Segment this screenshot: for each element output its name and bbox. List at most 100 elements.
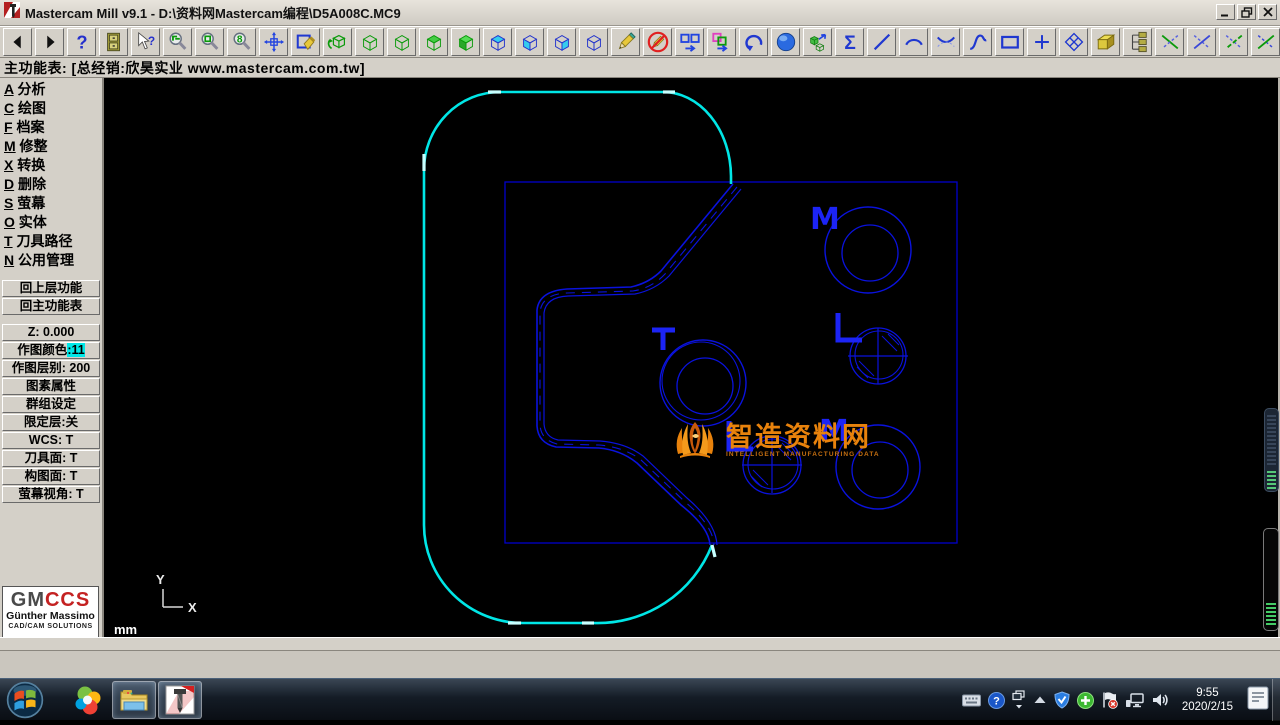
view-shade-front-button[interactable] bbox=[515, 28, 544, 56]
sidebar-item-n[interactable]: N 公用管理 bbox=[0, 251, 102, 270]
svg-text:?: ? bbox=[147, 34, 154, 48]
network-icon[interactable] bbox=[1125, 692, 1144, 708]
start-button[interactable] bbox=[5, 680, 45, 720]
surface-button[interactable] bbox=[1059, 28, 1088, 56]
group-set-button[interactable]: 群组设定 bbox=[2, 396, 100, 413]
volume-icon[interactable] bbox=[1151, 692, 1169, 708]
edge-scroll-outline-widget[interactable] bbox=[1263, 528, 1279, 631]
sidebar-main-items: A 分析 C 绘图 F 档案 M 修整 X 转换 D 删除 S 萤幕 O 实体 T 刀具路径 N … bbox=[0, 78, 102, 270]
line-button[interactable] bbox=[867, 28, 896, 56]
copy-entities-button[interactable] bbox=[675, 28, 704, 56]
keyboard-icon[interactable] bbox=[961, 694, 981, 707]
help-circle-icon[interactable]: ? bbox=[987, 691, 1005, 709]
view-wireframe-button[interactable] bbox=[579, 28, 608, 56]
pan-button[interactable] bbox=[259, 28, 288, 56]
back-button[interactable] bbox=[3, 28, 32, 56]
prompt-area bbox=[0, 637, 1280, 679]
whats-this-button[interactable]: ? bbox=[131, 28, 160, 56]
part-contour-outer bbox=[536, 183, 734, 546]
view-wire-3-button[interactable] bbox=[419, 28, 448, 56]
back-up-menu-button[interactable]: 回上层功能 bbox=[2, 280, 100, 297]
view-shade-top-button[interactable] bbox=[483, 28, 512, 56]
title-bar[interactable]: Mastercam Mill v9.1 - D:\资料网Mastercam编程\… bbox=[0, 0, 1280, 26]
explorer-app-button[interactable] bbox=[112, 681, 156, 719]
construction-plane-button[interactable]: 构图面: T bbox=[2, 468, 100, 485]
sidebar-item-o[interactable]: O 实体 bbox=[0, 213, 102, 232]
analyze-button[interactable]: Σ bbox=[835, 28, 864, 56]
sidebar-nav-buttons: 回上层功能 回主功能表 bbox=[0, 280, 102, 315]
gmccs-tagline: CAD/CAM SOLUTIONS bbox=[8, 623, 93, 630]
taskbar-clock[interactable]: 9:55 2020/2/15 bbox=[1176, 686, 1239, 714]
z-depth-button[interactable]: Z: 0.000 bbox=[2, 324, 100, 341]
sidebar-item-s[interactable]: S 萤幕 bbox=[0, 194, 102, 213]
trim-1-button[interactable] bbox=[1155, 28, 1184, 56]
operations-tree-button[interactable] bbox=[1123, 28, 1152, 56]
trim-2-button[interactable] bbox=[1187, 28, 1216, 56]
flag-icon[interactable] bbox=[1101, 691, 1118, 709]
dynamic-rotate-button[interactable] bbox=[323, 28, 352, 56]
view-shade-side-button[interactable] bbox=[547, 28, 576, 56]
graphics-view-button[interactable]: 萤幕视角: T bbox=[2, 486, 100, 503]
arrow-up-icon[interactable] bbox=[1033, 695, 1047, 705]
attributes-button[interactable]: 图素属性 bbox=[2, 378, 100, 395]
rectangle-button[interactable] bbox=[995, 28, 1024, 56]
trim-4-button[interactable] bbox=[1251, 28, 1280, 56]
sketch-button[interactable] bbox=[611, 28, 640, 56]
arc-button[interactable] bbox=[899, 28, 928, 56]
part-contour-inner bbox=[543, 188, 742, 546]
draw-color-button[interactable]: 作图颜色:11 bbox=[2, 342, 100, 359]
undo-button[interactable] bbox=[739, 28, 768, 56]
tool-plane-button[interactable]: 刀具面: T bbox=[2, 450, 100, 467]
boss-circle-inner bbox=[676, 357, 734, 415]
view-wire-2-button[interactable] bbox=[387, 28, 416, 56]
close-button[interactable] bbox=[1258, 4, 1277, 20]
sidebar-item-d[interactable]: D 删除 bbox=[0, 175, 102, 194]
no-sketch-button[interactable] bbox=[643, 28, 672, 56]
folder-icon bbox=[118, 685, 150, 715]
repaint-icon bbox=[295, 31, 317, 53]
sidebar-item-t[interactable]: T 刀具路径 bbox=[0, 232, 102, 251]
draw-level-button[interactable]: 作图层别: 200 bbox=[2, 360, 100, 377]
show-desktop-button[interactable] bbox=[1272, 679, 1280, 721]
sidebar-item-a[interactable]: A 分析 bbox=[0, 80, 102, 99]
sidebar-item-c[interactable]: C 绘图 bbox=[0, 99, 102, 118]
zoom-corner-icon bbox=[167, 31, 189, 53]
solid-box-button[interactable] bbox=[1091, 28, 1120, 56]
repaint-button[interactable] bbox=[291, 28, 320, 56]
sidebar-item-x[interactable]: X 转换 bbox=[0, 156, 102, 175]
file-cabinet-button[interactable] bbox=[99, 28, 128, 56]
zoom-window-button[interactable] bbox=[163, 28, 192, 56]
edge-scroll-widget[interactable] bbox=[1264, 408, 1279, 492]
green-plus-icon[interactable] bbox=[1076, 691, 1094, 709]
explode-button[interactable] bbox=[803, 28, 832, 56]
shading-button[interactable] bbox=[771, 28, 800, 56]
zoom-target-button[interactable] bbox=[195, 28, 224, 56]
minimize-button[interactable] bbox=[1216, 4, 1235, 20]
spline-button[interactable] bbox=[963, 28, 992, 56]
trim-3-button[interactable] bbox=[1219, 28, 1248, 56]
mastercam-app-button[interactable] bbox=[158, 681, 202, 719]
restore-button[interactable] bbox=[1237, 4, 1256, 20]
level-limit-button[interactable]: 限定层:关 bbox=[2, 414, 100, 431]
graphics-area[interactable]: M M Y Xmm 智造资料网 INTELLIGENT MANUFACTURING D… bbox=[104, 78, 1280, 637]
trim-curve-button[interactable] bbox=[931, 28, 960, 56]
browser-app-button[interactable] bbox=[66, 681, 110, 719]
notes-icon[interactable] bbox=[1246, 685, 1270, 716]
mastercam-icon bbox=[165, 685, 195, 715]
help-button[interactable]: ? bbox=[67, 28, 96, 56]
zoom-08-button[interactable]: 8 bbox=[227, 28, 256, 56]
xform-entities-button[interactable] bbox=[707, 28, 736, 56]
point-button[interactable] bbox=[1027, 28, 1056, 56]
pencil-prohibit-icon bbox=[647, 31, 669, 53]
view-wire-4-button[interactable] bbox=[451, 28, 480, 56]
sidebar-item-m[interactable]: M 修整 bbox=[0, 137, 102, 156]
svg-text:?: ? bbox=[993, 695, 1000, 707]
popup-window-icon[interactable] bbox=[1012, 690, 1026, 710]
view-wire-1-button[interactable] bbox=[355, 28, 384, 56]
sidebar-item-f[interactable]: F 档案 bbox=[0, 118, 102, 137]
shield-icon[interactable] bbox=[1054, 691, 1070, 709]
main-menu-button[interactable]: 回主功能表 bbox=[2, 298, 100, 315]
forward-button[interactable] bbox=[35, 28, 64, 56]
cad-canvas[interactable]: M M Y Xmm bbox=[104, 78, 1280, 637]
wcs-button[interactable]: WCS: T bbox=[2, 432, 100, 449]
